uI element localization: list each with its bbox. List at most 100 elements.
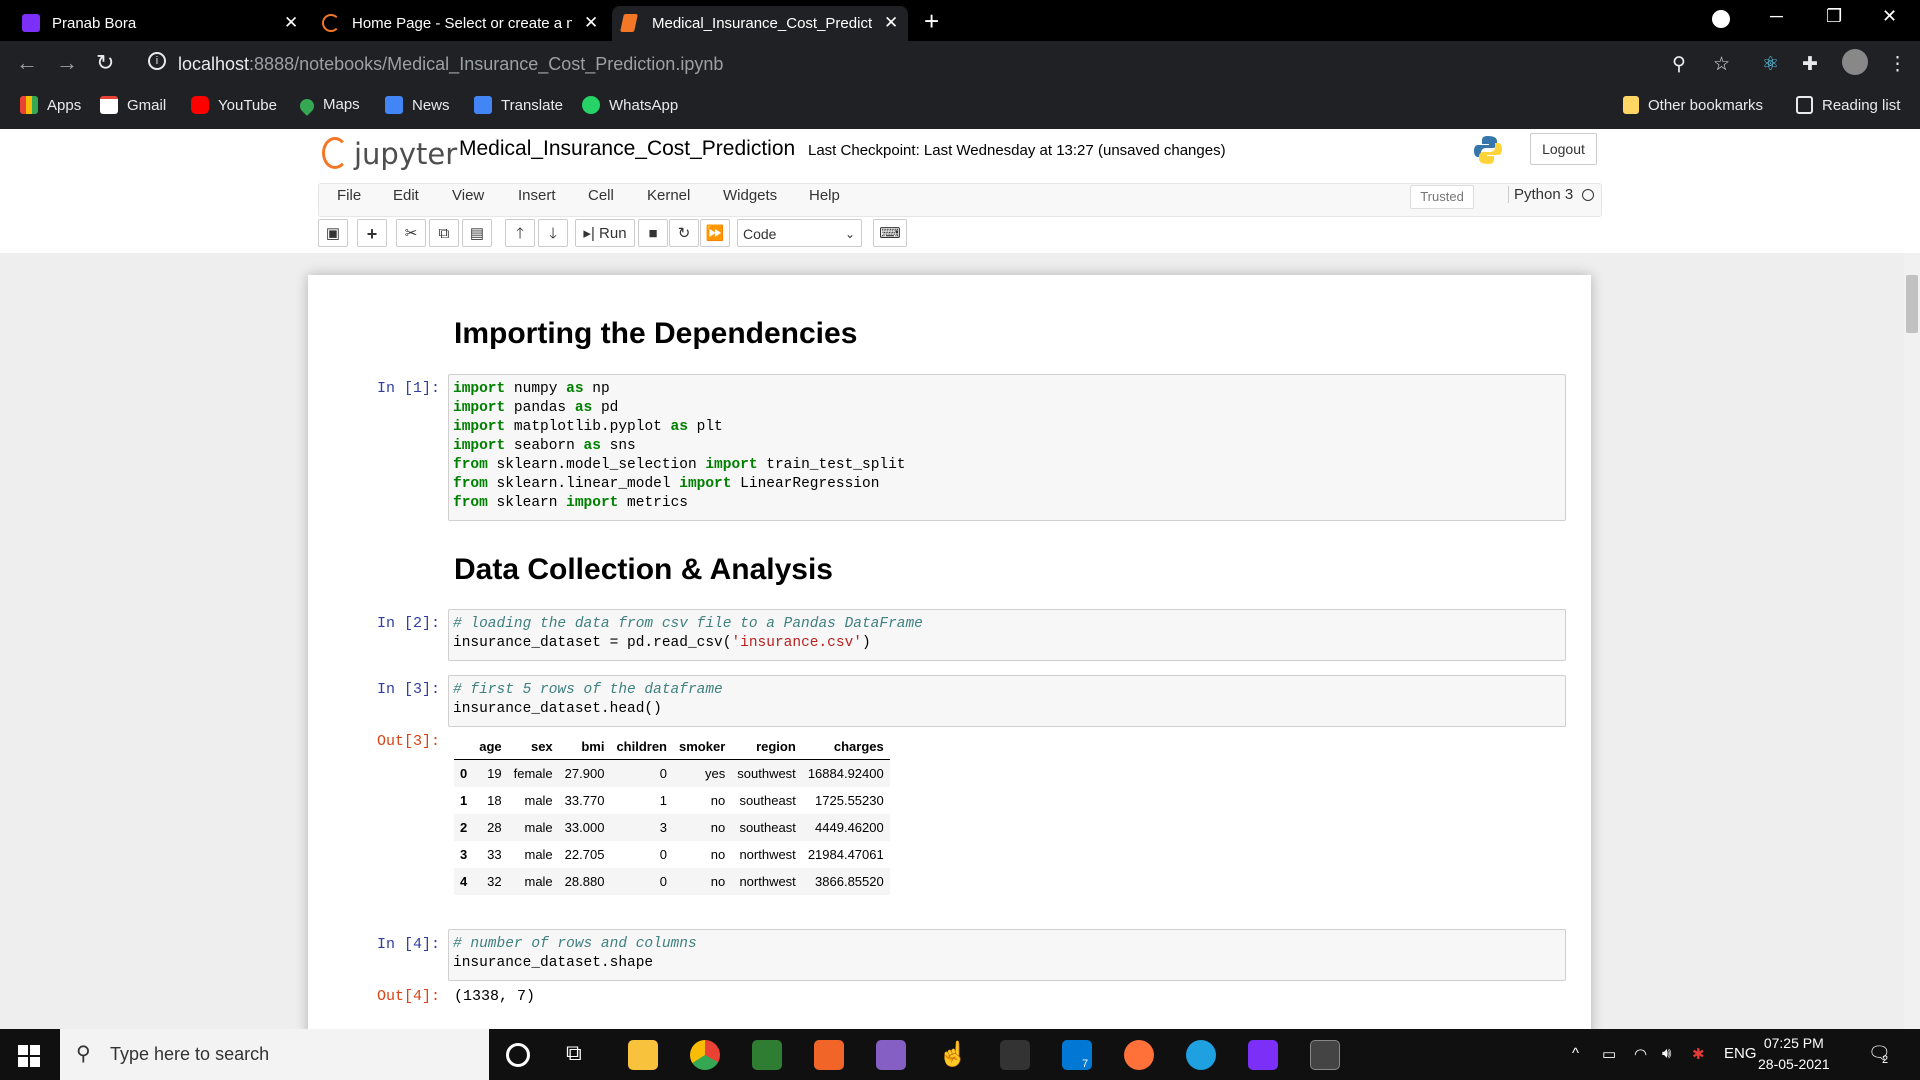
bookmark-translate[interactable]: Translate bbox=[474, 96, 563, 114]
windows-start-icon[interactable] bbox=[18, 1045, 40, 1067]
vertical-scrollbar[interactable] bbox=[1904, 253, 1920, 1029]
bookmark-whatsapp[interactable]: WhatsApp bbox=[582, 96, 678, 114]
browser-toolbar: ← → ↻ i localhost:8888/notebooks/Medical… bbox=[0, 41, 1920, 87]
close-window-icon[interactable]: ✕ bbox=[1882, 6, 1897, 27]
tab-search-icon[interactable] bbox=[1712, 10, 1730, 28]
file-explorer-icon[interactable] bbox=[628, 1040, 658, 1070]
mail-badge: 7 bbox=[1082, 1058, 1089, 1070]
move-down-button[interactable]: 🡓 bbox=[538, 219, 568, 247]
new-tab-button[interactable]: + bbox=[924, 6, 939, 37]
intellij-taskbar-icon[interactable] bbox=[1248, 1040, 1278, 1070]
menu-icon[interactable]: ⋮ bbox=[1888, 53, 1907, 76]
code-cell-2[interactable]: # loading the data from csv file to a Pa… bbox=[448, 609, 1566, 661]
back-icon[interactable]: ← bbox=[16, 50, 38, 76]
tab-medical-insurance[interactable]: Medical_Insurance_Cost_Predictio ✕ bbox=[612, 6, 908, 41]
kernel-name[interactable]: Python 3 bbox=[1508, 186, 1573, 203]
move-up-button[interactable]: 🡑 bbox=[505, 219, 535, 247]
xampp-icon[interactable] bbox=[814, 1040, 844, 1070]
code-cell-3[interactable]: # first 5 rows of the dataframe insuranc… bbox=[448, 675, 1566, 727]
edge-icon[interactable] bbox=[1186, 1040, 1216, 1070]
menu-kernel[interactable]: Kernel bbox=[647, 187, 690, 204]
interrupt-button[interactable]: ■ bbox=[638, 219, 668, 247]
forward-icon[interactable]: → bbox=[56, 50, 78, 76]
notebook-name[interactable]: Medical_Insurance_Cost_Prediction bbox=[459, 137, 795, 161]
arrow-down-icon: 🡓 bbox=[549, 225, 557, 242]
cortana-icon[interactable] bbox=[506, 1043, 530, 1067]
zoom-icon[interactable]: ⚲ bbox=[1672, 53, 1686, 76]
restart-icon: ↻ bbox=[677, 225, 691, 242]
wifi-icon[interactable]: ◠ bbox=[1634, 1045, 1647, 1063]
terminal-icon[interactable] bbox=[1310, 1040, 1340, 1070]
unsaved-changes: (unsaved changes) bbox=[1098, 142, 1226, 159]
input-prompt: In [1]: bbox=[376, 380, 440, 397]
bookmark-star-icon[interactable]: ☆ bbox=[1713, 53, 1730, 76]
paste-button[interactable]: ▤ bbox=[462, 219, 492, 247]
jupyter-logo[interactable]: jupyter bbox=[322, 137, 457, 171]
extensions-icon[interactable]: ✚ bbox=[1802, 53, 1818, 76]
column-header: region bbox=[731, 733, 802, 760]
restore-icon[interactable]: ❐ bbox=[1826, 6, 1842, 27]
code-cell-1[interactable]: import numpy as np import pandas as pd i… bbox=[448, 374, 1566, 521]
chrome-icon[interactable] bbox=[690, 1040, 720, 1070]
visual-studio-icon[interactable] bbox=[876, 1040, 906, 1070]
insert-cell-button[interactable]: + bbox=[357, 219, 387, 247]
tab-close-icon[interactable]: ✕ bbox=[284, 13, 298, 33]
menu-cell[interactable]: Cell bbox=[588, 187, 614, 204]
language-indicator[interactable]: ENG bbox=[1724, 1045, 1757, 1062]
notebook-icon bbox=[620, 14, 638, 32]
info-icon[interactable]: i bbox=[148, 52, 166, 70]
reload-icon[interactable]: ↻ bbox=[96, 50, 114, 76]
menu-widgets[interactable]: Widgets bbox=[723, 187, 777, 204]
battery-icon[interactable]: ▭ bbox=[1602, 1045, 1616, 1063]
table-header-row: age sex bmi children smoker region charg… bbox=[454, 733, 890, 760]
mail-icon[interactable]: 7 bbox=[1062, 1040, 1092, 1070]
volume-icon[interactable]: 🔊︎ bbox=[1662, 1045, 1671, 1062]
bookmark-news[interactable]: News bbox=[385, 96, 450, 114]
command-palette-button[interactable]: ⌨ bbox=[873, 219, 907, 247]
menu-help[interactable]: Help bbox=[809, 187, 840, 204]
react-devtools-icon[interactable]: ⚛ bbox=[1762, 53, 1779, 76]
system-clock[interactable]: 07:25 PM 28-05-2021 bbox=[1758, 1033, 1830, 1075]
column-header: children bbox=[610, 733, 674, 760]
cut-button[interactable]: ✂ bbox=[396, 219, 426, 247]
other-bookmarks[interactable]: Other bookmarks bbox=[1623, 96, 1763, 114]
run-button[interactable]: ▸| Run bbox=[575, 219, 635, 247]
minimize-icon[interactable]: ─ bbox=[1770, 6, 1783, 27]
tab-close-icon[interactable]: ✕ bbox=[584, 13, 598, 33]
task-view-icon[interactable]: ⧉ bbox=[566, 1040, 596, 1070]
bookmark-gmail[interactable]: Gmail bbox=[100, 96, 166, 114]
column-header: charges bbox=[801, 733, 890, 760]
scrollbar-thumb[interactable] bbox=[1906, 275, 1918, 333]
menu-edit[interactable]: Edit bbox=[393, 187, 419, 204]
tab-close-icon[interactable]: ✕ bbox=[884, 13, 898, 33]
reading-list[interactable]: Reading list bbox=[1796, 96, 1900, 114]
bookmark-maps[interactable]: Maps bbox=[297, 96, 360, 116]
logout-button[interactable]: Logout bbox=[1530, 133, 1597, 165]
cell-type-select[interactable]: Code ⌄ bbox=[737, 219, 862, 247]
trusted-badge[interactable]: Trusted bbox=[1410, 185, 1474, 209]
menu-view[interactable]: View bbox=[452, 187, 484, 204]
security-icon[interactable]: ✱ bbox=[1692, 1045, 1705, 1063]
code-cell-4[interactable]: # number of rows and columns insurance_d… bbox=[448, 929, 1566, 981]
pointer-app-icon[interactable]: ☝ bbox=[938, 1040, 968, 1070]
predator-sense-icon[interactable] bbox=[1000, 1040, 1030, 1070]
save-button[interactable]: ▣ bbox=[318, 219, 348, 247]
table-cell: 1 bbox=[659, 793, 668, 808]
url-text[interactable]: localhost:8888/notebooks/Medical_Insuran… bbox=[178, 54, 723, 75]
tab-title: Pranab Bora bbox=[52, 15, 137, 32]
tab-pranab-bora[interactable]: Pranab Bora ✕ bbox=[12, 6, 308, 41]
restart-button[interactable]: ↻ bbox=[669, 219, 699, 247]
bookmark-youtube[interactable]: YouTube bbox=[191, 96, 277, 114]
table-cell: no bbox=[710, 847, 726, 862]
taskbar-search[interactable]: ⚲ Type here to search bbox=[60, 1029, 489, 1080]
notepad-icon[interactable] bbox=[752, 1040, 782, 1070]
menu-file[interactable]: File bbox=[337, 187, 361, 204]
firefox-icon[interactable] bbox=[1124, 1040, 1154, 1070]
restart-run-all-button[interactable]: ⏩ bbox=[700, 219, 730, 247]
show-hidden-icons-icon[interactable]: ^ bbox=[1572, 1045, 1579, 1062]
copy-button[interactable]: ⧉ bbox=[429, 219, 459, 247]
bookmark-apps[interactable]: Apps bbox=[20, 96, 81, 114]
tab-home-page[interactable]: Home Page - Select or create a n ✕ bbox=[312, 6, 608, 41]
menu-insert[interactable]: Insert bbox=[518, 187, 556, 204]
profile-avatar[interactable] bbox=[1842, 49, 1868, 75]
